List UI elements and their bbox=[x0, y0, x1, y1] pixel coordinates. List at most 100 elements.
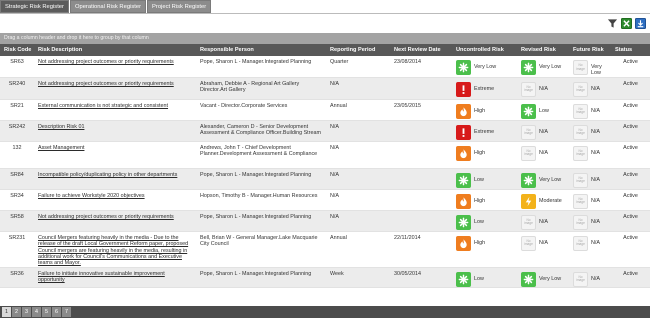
page-button-3[interactable]: 3 bbox=[22, 307, 31, 317]
next-review-date-cell bbox=[390, 120, 452, 142]
page-button-1[interactable]: 1 bbox=[2, 307, 11, 317]
next-review-date-cell: 30/05/2014 bbox=[390, 267, 452, 288]
status-cell: Active bbox=[611, 210, 650, 232]
no-image-placeholder-icon: No image bbox=[573, 214, 588, 230]
unc-risk-label: High bbox=[474, 107, 486, 114]
table-row[interactable]: SR21 External communication is not strate… bbox=[0, 99, 650, 121]
risk-description-cell: Failure to achieve Workstyle 2020 object… bbox=[34, 189, 196, 211]
reporting-period-cell: N/A bbox=[326, 168, 390, 190]
rev-risk-cell: No image N/A bbox=[517, 141, 569, 169]
status-cell: Active bbox=[611, 168, 650, 190]
fut-risk-cell: No image N/A bbox=[569, 231, 611, 268]
risk-level-green-icon bbox=[521, 172, 536, 188]
unc-risk-cell: Extreme bbox=[452, 120, 517, 142]
table-body: SR63 Not addressing project outcomes or p… bbox=[0, 56, 650, 288]
risk-code-cell: SR231 bbox=[0, 231, 34, 268]
table-row[interactable]: SR231 Council Mergers featuring heavily i… bbox=[0, 231, 650, 268]
table-row[interactable]: SR34 Failure to achieve Workstyle 2020 ob… bbox=[0, 189, 650, 211]
table-row[interactable]: SR58 Not addressing project outcomes or p… bbox=[0, 210, 650, 232]
next-review-date-cell bbox=[390, 189, 452, 211]
fut-risk-cell: No image N/A bbox=[569, 267, 611, 288]
fut-risk-label: N/A bbox=[591, 85, 600, 92]
column-header-status[interactable]: Status bbox=[611, 44, 650, 56]
risk-description-cell: Not addressing project outcomes or prior… bbox=[34, 77, 196, 100]
risk-level-orange-icon bbox=[456, 103, 471, 119]
filter-icon[interactable] bbox=[607, 18, 618, 29]
unc-risk-label: High bbox=[474, 149, 486, 156]
tab-strategic-risk-register[interactable]: Strategic Risk Register bbox=[0, 0, 69, 13]
page-button-4[interactable]: 4 bbox=[32, 307, 41, 317]
risk-description-cell: External communication is not strategic … bbox=[34, 99, 196, 121]
no-image-placeholder-icon: No image bbox=[521, 145, 536, 161]
column-header-reporting-period[interactable]: Reporting Period bbox=[326, 44, 390, 56]
risk-description-link[interactable]: Incompatible policy/duplicating policy i… bbox=[38, 172, 177, 178]
risk-description-cell: Asset Management bbox=[34, 141, 196, 169]
table-row[interactable]: SR240 Not addressing project outcomes or … bbox=[0, 77, 650, 100]
risk-register-table: Risk Code Risk Description Responsible P… bbox=[0, 44, 650, 288]
column-header-next-review-date[interactable]: Next Review Date bbox=[390, 44, 452, 56]
reporting-period-cell: N/A bbox=[326, 141, 390, 169]
risk-description-link[interactable]: Failure to initiate innovative sustainab… bbox=[38, 271, 165, 283]
risk-description-cell: Failure to initiate innovative sustainab… bbox=[34, 267, 196, 288]
no-image-placeholder-icon: No image bbox=[573, 172, 588, 188]
download-icon[interactable] bbox=[635, 18, 646, 29]
unc-risk-label: Low bbox=[474, 176, 484, 183]
next-review-date-cell: 23/05/2015 bbox=[390, 99, 452, 121]
rev-risk-label: Very Low bbox=[539, 64, 562, 70]
table-row[interactable]: SR84 Incompatible policy/duplicating poli… bbox=[0, 168, 650, 190]
risk-level-red-icon bbox=[456, 124, 471, 140]
risk-level-green-icon bbox=[456, 214, 471, 230]
tab-project-risk-register[interactable]: Project Risk Register bbox=[147, 0, 212, 13]
page-button-5[interactable]: 5 bbox=[42, 307, 51, 317]
risk-description-link[interactable]: Asset Management bbox=[38, 145, 84, 151]
unc-risk-cell: Low bbox=[452, 168, 517, 190]
fut-risk-label: N/A bbox=[591, 218, 600, 225]
unc-risk-label: High bbox=[474, 197, 486, 204]
column-header-risk-description[interactable]: Risk Description bbox=[34, 44, 196, 56]
table-row[interactable]: 132 Asset Management Andrews, John T - Chi… bbox=[0, 141, 650, 169]
risk-description-link[interactable]: External communication is not strategic … bbox=[38, 103, 168, 109]
rev-risk-label: N/A bbox=[539, 149, 548, 156]
risk-description-link[interactable]: Not addressing project outcomes or prior… bbox=[38, 81, 174, 87]
reporting-period-cell: N/A bbox=[326, 77, 390, 100]
reporting-period-cell: N/A bbox=[326, 189, 390, 211]
risk-description-link[interactable]: Description Risk 01 bbox=[38, 124, 84, 130]
column-header-future-risk[interactable]: Future Risk bbox=[569, 44, 611, 56]
column-header-responsible-person[interactable]: Responsible Person bbox=[196, 44, 326, 56]
risk-description-link[interactable]: Council Mergers featuring heavily in the… bbox=[38, 235, 188, 267]
unc-risk-cell: High bbox=[452, 189, 517, 211]
excel-export-icon[interactable] bbox=[621, 18, 632, 29]
fut-risk-label: N/A bbox=[591, 176, 600, 183]
group-by-drop-zone[interactable]: Drag a column header and drop it here to… bbox=[0, 33, 650, 44]
next-review-date-cell bbox=[390, 77, 452, 100]
responsible-person-cell: Pope, Sharon L - Manager.Integrated Plan… bbox=[196, 168, 326, 190]
column-header-risk-code[interactable]: Risk Code bbox=[0, 44, 34, 56]
page-button-6[interactable]: 6 bbox=[52, 307, 61, 317]
risk-code-cell: SR63 bbox=[0, 56, 34, 78]
risk-description-cell: Not addressing project outcomes or prior… bbox=[34, 210, 196, 232]
reporting-period-cell: Week bbox=[326, 267, 390, 288]
responsible-person-cell: Abraham, Debbie A - Regional Art Gallery… bbox=[196, 77, 326, 100]
column-header-uncontrolled-risk[interactable]: Uncontrolled Risk bbox=[452, 44, 517, 56]
tab-operational-risk-register[interactable]: Operational Risk Register bbox=[69, 0, 147, 13]
table-row[interactable]: SR36 Failure to initiate innovative susta… bbox=[0, 267, 650, 288]
table-row[interactable]: SR63 Not addressing project outcomes or p… bbox=[0, 56, 650, 78]
fut-risk-cell: No image N/A bbox=[569, 189, 611, 211]
risk-description-link[interactable]: Failure to achieve Workstyle 2020 object… bbox=[38, 193, 145, 199]
no-image-placeholder-icon: No image bbox=[521, 124, 536, 140]
page-button-7[interactable]: 7 bbox=[62, 307, 71, 317]
table-row[interactable]: SR242 Description Risk 01 Alexander, Camer… bbox=[0, 120, 650, 142]
column-header-revised-risk[interactable]: Revised Risk bbox=[517, 44, 569, 56]
unc-risk-label: Extreme bbox=[474, 85, 495, 92]
no-image-placeholder-icon: No image bbox=[573, 124, 588, 140]
page-button-2[interactable]: 2 bbox=[12, 307, 21, 317]
tab-divider bbox=[0, 13, 650, 14]
risk-description-link[interactable]: Not addressing project outcomes or prior… bbox=[38, 214, 174, 220]
status-cell: Active bbox=[611, 56, 650, 78]
fut-risk-cell: No image N/A bbox=[569, 99, 611, 121]
fut-risk-label: N/A bbox=[591, 275, 600, 282]
fut-risk-cell: No image N/A bbox=[569, 77, 611, 100]
unc-risk-label: Low bbox=[474, 275, 484, 282]
risk-description-link[interactable]: Not addressing project outcomes or prior… bbox=[38, 59, 174, 65]
unc-risk-label: Low bbox=[474, 218, 484, 225]
